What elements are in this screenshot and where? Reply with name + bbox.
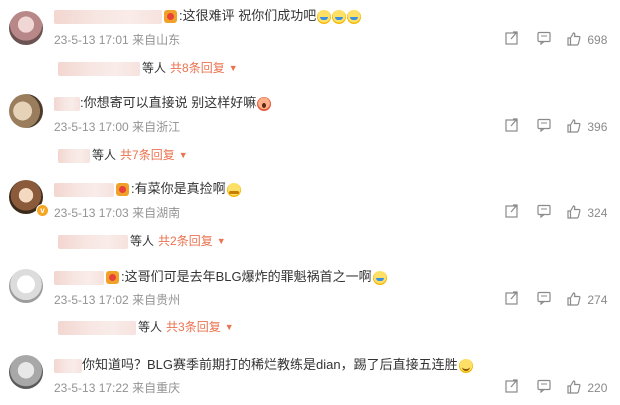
comment-icon[interactable] xyxy=(537,204,551,222)
smile-emoji xyxy=(458,358,473,373)
like-button[interactable]: 274 xyxy=(567,291,607,309)
verified-badge-icon: v xyxy=(36,204,49,217)
comment-icon[interactable] xyxy=(537,291,551,309)
comment-body: :这很难评 祝你们成功吧 xyxy=(54,6,362,26)
chevron-down-icon: ▼ xyxy=(216,236,226,246)
laugh-emoji xyxy=(332,9,347,24)
like-count: 396 xyxy=(587,120,608,134)
comment-actions: 220 xyxy=(505,379,615,397)
comment-icon[interactable] xyxy=(537,379,551,397)
laugh-emoji xyxy=(317,9,332,24)
reply-summary[interactable]: 等人 共3条回复 ▼ xyxy=(58,318,234,336)
reply-count-link[interactable]: 共8条回复 xyxy=(170,61,225,75)
reply-people: 等人 xyxy=(138,320,163,334)
like-count: 220 xyxy=(587,381,608,395)
share-icon[interactable] xyxy=(505,291,519,309)
comment-text: :你想寄可以直接说 别这样好嘛 xyxy=(80,95,257,110)
crown-badge-icon xyxy=(164,10,177,24)
like-count: 698 xyxy=(587,33,608,47)
crown-badge-icon xyxy=(106,271,119,285)
comment-meta: 23-5-13 17:22 来自重庆 xyxy=(54,380,180,396)
timestamp: 23-5-13 17:02 xyxy=(54,293,129,307)
reply-people: 等人 xyxy=(92,148,117,162)
reply-people: 等人 xyxy=(142,61,167,75)
comment-meta: 23-5-13 17:01 来自山东 xyxy=(54,32,180,48)
avatar[interactable] xyxy=(9,11,43,45)
like-count: 274 xyxy=(587,293,608,307)
comment-icon[interactable] xyxy=(537,118,551,136)
reply-count-link[interactable]: 共2条回复 xyxy=(158,234,213,248)
share-icon[interactable] xyxy=(505,204,519,222)
crown-badge-icon xyxy=(116,183,129,197)
comment-icon[interactable] xyxy=(537,31,551,49)
like-button[interactable]: 698 xyxy=(567,31,607,49)
timestamp: 23-5-13 17:01 xyxy=(54,33,129,47)
share-icon[interactable] xyxy=(505,31,519,49)
comment-actions: 274 xyxy=(505,291,615,309)
comment-body: 你知道吗？BLG赛季前期打的稀烂教练是dian，踢了后直接五连胜 xyxy=(54,355,473,375)
chevron-down-icon: ▼ xyxy=(178,150,188,160)
reply-summary[interactable]: 等人 共7条回复 ▼ xyxy=(58,146,188,164)
laugh-emoji xyxy=(372,270,387,285)
username-blurred[interactable] xyxy=(54,270,104,285)
comment-text: :这很难评 祝你们成功吧 xyxy=(179,8,317,23)
avatar[interactable] xyxy=(9,355,43,389)
avatar[interactable] xyxy=(9,269,43,303)
sweat-emoji xyxy=(226,182,241,197)
comment-meta: 23-5-13 17:03 来自湖南 xyxy=(54,205,180,221)
shock-emoji xyxy=(257,96,272,111)
share-icon[interactable] xyxy=(505,379,519,397)
chevron-down-icon: ▼ xyxy=(228,63,238,73)
location: 来自山东 xyxy=(132,33,181,47)
timestamp: 23-5-13 17:22 xyxy=(54,381,129,395)
comment-text: :这哥们可是去年BLG爆炸的罪魁祸首之一啊 xyxy=(121,269,372,284)
reply-people: 等人 xyxy=(130,234,155,248)
avatar[interactable] xyxy=(9,94,43,128)
chevron-down-icon: ▼ xyxy=(224,322,234,332)
replier-blurred xyxy=(58,148,90,163)
like-count: 324 xyxy=(587,206,608,220)
like-button[interactable]: 396 xyxy=(567,118,607,136)
comment-body: :这哥们可是去年BLG爆炸的罪魁祸首之一啊 xyxy=(54,267,387,287)
location: 来自浙江 xyxy=(132,120,181,134)
timestamp: 23-5-13 17:03 xyxy=(54,206,129,220)
username-blurred[interactable] xyxy=(54,9,162,24)
comment-meta: 23-5-13 17:02 来自贵州 xyxy=(54,292,180,308)
location: 来自贵州 xyxy=(132,293,181,307)
comment-body: :你想寄可以直接说 别这样好嘛 xyxy=(54,93,272,113)
comment-actions: 324 xyxy=(505,204,615,222)
comment-actions: 698 xyxy=(505,31,615,49)
reply-summary[interactable]: 等人 共8条回复 ▼ xyxy=(58,59,238,77)
replier-blurred xyxy=(58,320,136,335)
comment-body: :有菜你是真捡啊 xyxy=(54,179,241,199)
username-blurred[interactable] xyxy=(54,358,82,373)
location: 来自重庆 xyxy=(132,381,181,395)
reply-count-link[interactable]: 共7条回复 xyxy=(120,148,175,162)
comment-meta: 23-5-13 17:00 来自浙江 xyxy=(54,119,180,135)
reply-count-link[interactable]: 共3条回复 xyxy=(166,320,221,334)
comment-text: 你知道吗？BLG赛季前期打的稀烂教练是dian，踢了后直接五连胜 xyxy=(82,357,458,372)
like-button[interactable]: 220 xyxy=(567,379,607,397)
reply-summary[interactable]: 等人 共2条回复 ▼ xyxy=(58,232,226,250)
laugh-emoji xyxy=(347,9,362,24)
share-icon[interactable] xyxy=(505,118,519,136)
replier-blurred xyxy=(58,61,140,76)
username-blurred[interactable] xyxy=(54,96,80,111)
replier-blurred xyxy=(58,234,128,249)
comment-text: :有菜你是真捡啊 xyxy=(131,181,226,196)
username-blurred[interactable] xyxy=(54,182,114,197)
comment-actions: 396 xyxy=(505,118,615,136)
timestamp: 23-5-13 17:00 xyxy=(54,120,129,134)
like-button[interactable]: 324 xyxy=(567,204,607,222)
location: 来自湖南 xyxy=(132,206,181,220)
